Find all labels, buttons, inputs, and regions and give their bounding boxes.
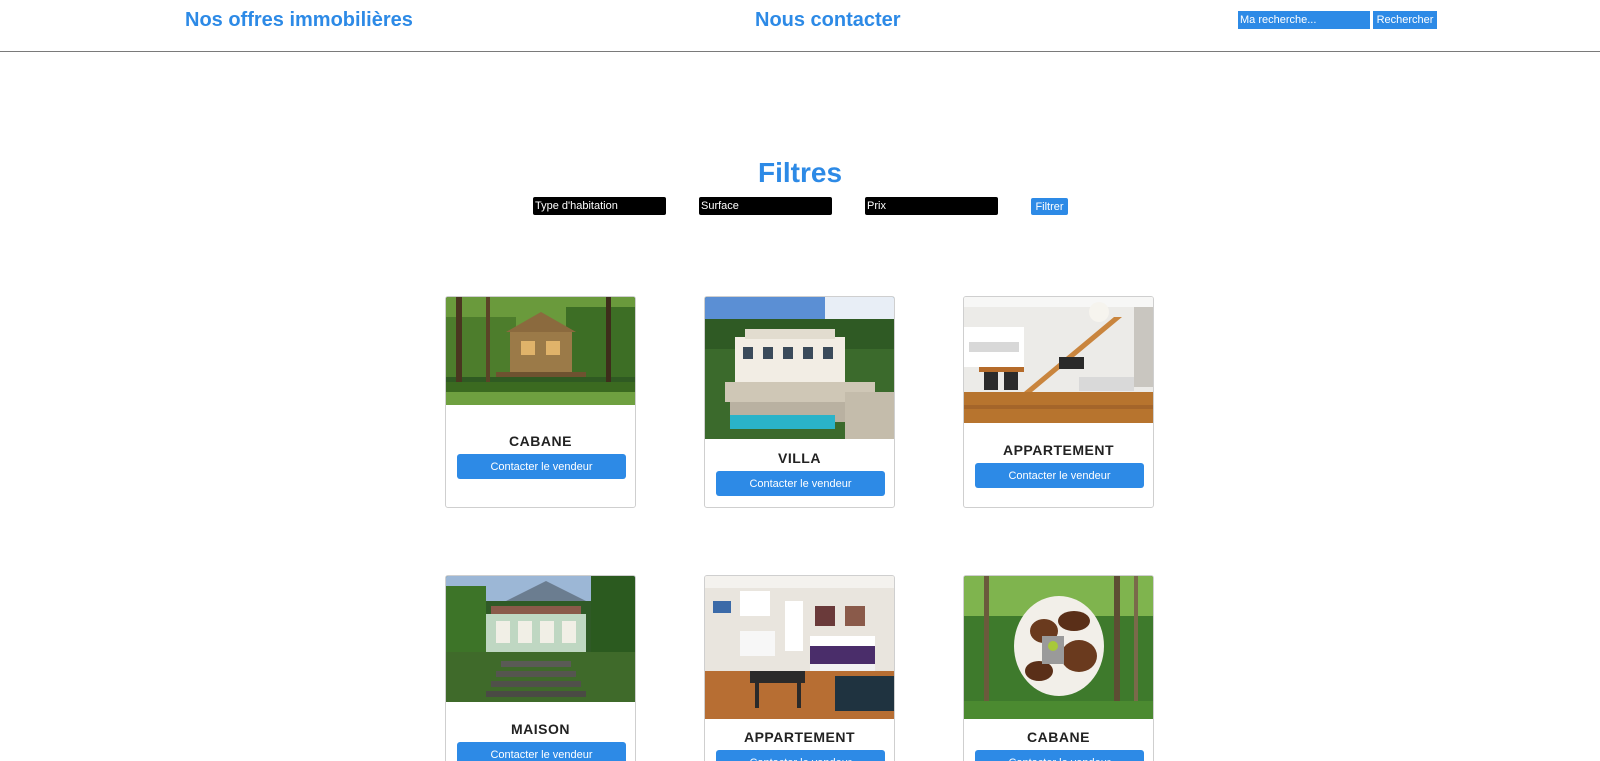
listing-card: VILLA Contacter le vendeur — [704, 296, 895, 508]
treehouse-photo — [446, 297, 635, 405]
contact-seller-button[interactable]: Contacter le vendeur — [716, 750, 885, 761]
loft-apartment-photo — [964, 297, 1153, 423]
contact-seller-button[interactable]: Contacter le vendeur — [975, 750, 1144, 761]
listing-card: APPARTEMENT Contacter le vendeur — [704, 575, 895, 761]
listing-title: CABANE — [509, 433, 572, 449]
listing-card: CABANE Contacter le vendeur — [445, 296, 636, 508]
listing-card: CABANE Contacter le vendeur — [963, 575, 1154, 761]
tropical-house-photo — [446, 576, 635, 702]
filters-title: Filtres — [757, 157, 843, 188]
listing-title: CABANE — [1027, 729, 1090, 745]
contact-seller-button[interactable]: Contacter le vendeur — [457, 742, 626, 761]
listing-title: VILLA — [778, 450, 821, 466]
listing-title: MAISON — [511, 721, 570, 737]
filter-button[interactable]: Filtrer — [1031, 198, 1068, 215]
pod-cabin-photo — [964, 576, 1153, 719]
surface-field[interactable] — [699, 197, 832, 215]
page: Nos offres immobilières Nous contacter R… — [0, 0, 1600, 761]
contact-seller-button[interactable]: Contacter le vendeur — [716, 471, 885, 496]
top-navigation-bar: Nos offres immobilières Nous contacter R… — [0, 0, 1600, 52]
search-button[interactable]: Rechercher — [1373, 11, 1437, 29]
search-input[interactable] — [1238, 11, 1370, 29]
contact-seller-button[interactable]: Contacter le vendeur — [975, 463, 1144, 488]
contact-seller-button[interactable]: Contacter le vendeur — [457, 454, 626, 479]
nav-link-offres[interactable]: Nos offres immobilières — [185, 9, 413, 32]
listing-title: APPARTEMENT — [1002, 442, 1115, 458]
price-field[interactable] — [865, 197, 998, 215]
housing-type-field[interactable] — [533, 197, 666, 215]
listing-card: MAISON Contacter le vendeur — [445, 575, 636, 761]
listing-title: APPARTEMENT — [743, 729, 856, 745]
villa-photo — [705, 297, 894, 439]
nav-link-contact[interactable]: Nous contacter — [755, 9, 901, 32]
studio-apartment-photo — [705, 576, 894, 719]
listing-card: APPARTEMENT Contacter le vendeur — [963, 296, 1154, 508]
